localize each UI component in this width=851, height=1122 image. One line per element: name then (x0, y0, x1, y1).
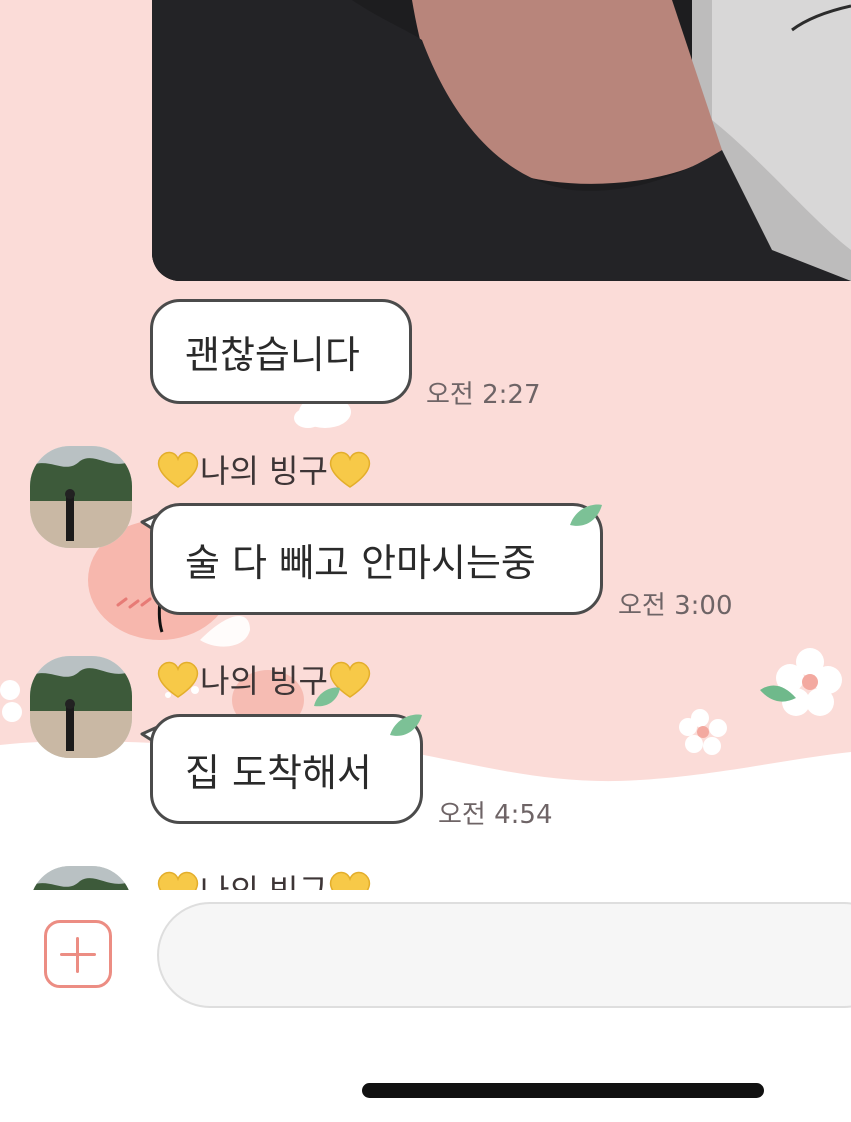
photo-message[interactable] (152, 0, 851, 281)
avatar-image (30, 446, 132, 548)
avatar[interactable] (30, 656, 132, 758)
message-text: 괜찮습니다 (185, 333, 360, 377)
yellow-heart-icon (157, 661, 199, 698)
message-bubble[interactable]: 집 도착해서 (150, 714, 423, 824)
sender-name-row: 나의 빙구 (156, 446, 372, 492)
yellow-heart-icon (329, 451, 371, 488)
message-bubble[interactable]: 술 다 빼고 안마시는중 (150, 503, 603, 615)
sender-name: 나의 빙구 (200, 452, 328, 490)
message-input[interactable] (157, 902, 851, 1008)
leaf-icon (390, 714, 422, 736)
home-indicator[interactable] (362, 1083, 764, 1098)
message-text: 술 다 빼고 안마시는중 (185, 540, 536, 585)
yellow-heart-icon (157, 451, 199, 488)
photo-image (152, 0, 851, 281)
yellow-heart-icon (157, 871, 199, 890)
leaf-icon (570, 504, 602, 526)
avatar-image (30, 656, 132, 758)
sender-name-row: 나의 빙구 (156, 866, 372, 890)
sender-name: 나의 빙구 (200, 662, 328, 700)
message-time: 오전 4:54 (438, 800, 553, 830)
leaf-icon (314, 687, 340, 707)
message-text: 집 도착해서 (185, 750, 372, 795)
sender-name: 나의 빙구 (200, 866, 328, 890)
message-time: 오전 3:00 (618, 591, 733, 621)
yellow-heart-icon (329, 871, 371, 890)
avatar[interactable] (30, 446, 132, 548)
chat-background: 괜찮습니다 오전 2:27 나의 빙구 술 다 빼고 안마시는중 오전 3:00… (0, 0, 851, 890)
message-bubble[interactable]: 괜찮습니다 (150, 299, 412, 404)
plus-square-icon[interactable] (44, 920, 112, 988)
message-time: 오전 2:27 (426, 380, 541, 410)
chat-screen: 괜찮습니다 오전 2:27 나의 빙구 술 다 빼고 안마시는중 오전 3:00… (0, 0, 851, 1122)
